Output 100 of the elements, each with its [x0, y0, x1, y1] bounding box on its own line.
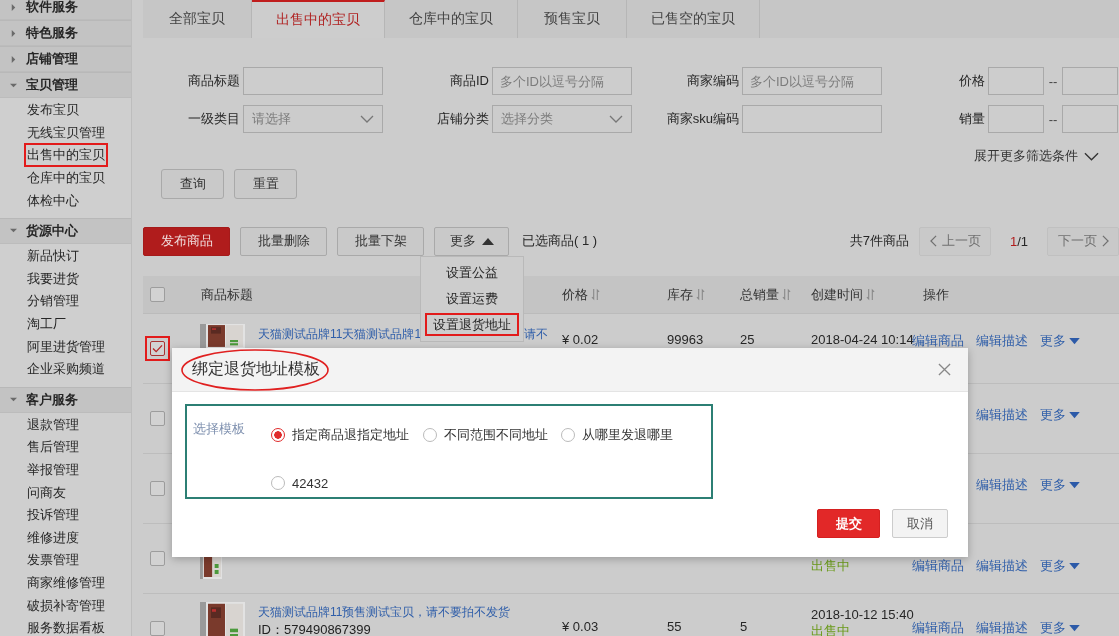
- sidebar-item[interactable]: 破损补寄管理: [24, 593, 108, 618]
- more-actions-link[interactable]: 更多: [1040, 476, 1080, 494]
- range-max-field[interactable]: [1062, 67, 1118, 95]
- sidebar-item[interactable]: 出售中的宝贝: [24, 143, 108, 168]
- sort-icon[interactable]: [696, 288, 705, 301]
- action-link[interactable]: 编辑描述: [976, 406, 1028, 424]
- filter-label: 商品标题: [188, 72, 240, 90]
- sort-icon[interactable]: [866, 288, 875, 301]
- chevron-left-icon: [929, 235, 937, 247]
- caret-icon: [10, 55, 17, 63]
- sidebar-group-header[interactable]: 软件服务: [0, 0, 131, 20]
- radio-option[interactable]: 指定商品退指定地址: [271, 420, 423, 451]
- created-time: 2018-10-12 15:40: [811, 607, 914, 622]
- sidebar-item[interactable]: 发布宝贝: [24, 98, 82, 123]
- filter-button[interactable]: 重置: [234, 169, 297, 199]
- sidebar-item[interactable]: 问商友: [24, 480, 69, 505]
- filter-label: 商品ID: [450, 72, 489, 90]
- chevron-down-icon: [360, 115, 374, 123]
- action-link[interactable]: 编辑商品: [912, 557, 964, 575]
- action-link[interactable]: 编辑商品: [912, 619, 964, 636]
- sidebar-item[interactable]: 分销管理: [24, 289, 82, 314]
- caret-icon: [10, 396, 17, 404]
- sidebar-item[interactable]: 我要进货: [24, 266, 82, 291]
- sidebar-group-header[interactable]: 特色服务: [0, 20, 131, 46]
- dialog-button[interactable]: 提交: [817, 509, 880, 538]
- publish-button[interactable]: 发布商品: [143, 226, 230, 256]
- tab[interactable]: 预售宝贝: [518, 0, 627, 38]
- sidebar-item[interactable]: 发票管理: [24, 548, 82, 573]
- more-actions-link[interactable]: 更多: [1040, 406, 1080, 424]
- tab[interactable]: 已售空的宝贝: [627, 0, 760, 38]
- text-field[interactable]: 多个ID以逗号分隔: [742, 67, 882, 95]
- action-link[interactable]: 编辑描述: [976, 557, 1028, 575]
- chevron-right-icon: [1101, 235, 1109, 247]
- select-all-checkbox[interactable]: [150, 287, 165, 302]
- sidebar-item[interactable]: 维修进度: [24, 525, 82, 550]
- sidebar-item[interactable]: 服务数据看板: [24, 616, 108, 636]
- toolbar-button[interactable]: 批量删除: [240, 226, 327, 256]
- tab[interactable]: 仓库中的宝贝: [385, 0, 518, 38]
- field-label: 选择模板: [193, 420, 246, 438]
- sidebar-item[interactable]: 售后管理: [24, 435, 82, 460]
- text-field[interactable]: 多个ID以逗号分隔: [492, 67, 632, 95]
- column-header: 价格: [562, 285, 588, 304]
- sidebar-item[interactable]: 无线宝贝管理: [24, 120, 108, 145]
- sidebar-item[interactable]: 仓库中的宝贝: [24, 166, 108, 191]
- more-dropdown-button[interactable]: 更多: [434, 226, 509, 256]
- expand-filters-link[interactable]: 展开更多筛选条件: [974, 147, 1078, 165]
- range-separator: --: [1047, 111, 1059, 127]
- sort-icon[interactable]: [591, 288, 600, 301]
- sidebar-item[interactable]: 淘工厂: [24, 312, 69, 337]
- sidebar-item[interactable]: 投诉管理: [24, 503, 82, 528]
- text-field[interactable]: [742, 105, 882, 133]
- filter-button[interactable]: 查询: [161, 169, 224, 199]
- more-actions-link[interactable]: 更多: [1040, 619, 1080, 636]
- triangle-down-icon: [1069, 337, 1080, 345]
- dialog-title: 绑定退货地址模板: [192, 359, 320, 379]
- range-min-field[interactable]: [988, 105, 1044, 133]
- text-field[interactable]: [243, 67, 383, 95]
- radio-option[interactable]: 从哪里发退哪里: [561, 420, 711, 451]
- triangle-down-icon: [1069, 411, 1080, 419]
- sidebar-item[interactable]: 企业采购频道: [24, 357, 108, 382]
- range-max-field[interactable]: [1062, 105, 1118, 133]
- action-link[interactable]: 编辑描述: [976, 476, 1028, 494]
- filter-label: 店铺分类: [437, 110, 489, 128]
- product-title-link[interactable]: 请不: [524, 326, 548, 343]
- chevron-down-icon: [1084, 151, 1099, 161]
- sidebar-item[interactable]: 体检中心: [24, 188, 82, 213]
- row-checkbox[interactable]: [145, 336, 170, 361]
- status-label: 出售中: [811, 622, 850, 636]
- caret-icon: [10, 3, 17, 11]
- sidebar-group-header[interactable]: 客户服务: [0, 386, 131, 413]
- action-link[interactable]: 编辑描述: [976, 619, 1028, 636]
- close-icon[interactable]: [938, 363, 951, 376]
- action-link[interactable]: 编辑描述: [976, 332, 1028, 350]
- chevron-down-icon: [609, 115, 623, 123]
- sidebar-group-header[interactable]: 店铺管理: [0, 46, 131, 72]
- triangle-down-icon: [1069, 481, 1080, 489]
- menu-item[interactable]: 设置运费: [438, 287, 506, 310]
- radio-option[interactable]: 不同范围不同地址: [423, 420, 561, 451]
- product-id: ID：579490867399: [258, 621, 372, 636]
- sidebar-group-header[interactable]: 货源中心: [0, 217, 131, 244]
- action-link[interactable]: 编辑商品: [912, 332, 964, 350]
- menu-item[interactable]: 设置公益: [438, 261, 506, 284]
- more-actions-link[interactable]: 更多: [1040, 332, 1080, 350]
- more-actions-link[interactable]: 更多: [1040, 557, 1080, 575]
- menu-item[interactable]: 设置退货地址: [425, 313, 519, 336]
- sidebar-item[interactable]: 商家维修管理: [24, 571, 108, 595]
- sidebar-item[interactable]: 阿里进货管理: [24, 334, 108, 359]
- sidebar-item[interactable]: 退款管理: [24, 412, 82, 437]
- tab[interactable]: 出售中的宝贝: [252, 0, 385, 38]
- sidebar-group-header[interactable]: 宝贝管理: [0, 72, 131, 98]
- radio-button[interactable]: [271, 428, 285, 443]
- sort-icon[interactable]: [782, 288, 791, 301]
- toolbar-button[interactable]: 批量下架: [337, 226, 424, 256]
- caret-icon: [10, 29, 17, 37]
- sidebar-item[interactable]: 举报管理: [24, 458, 82, 482]
- radio-option[interactable]: 42432: [271, 469, 423, 497]
- sidebar-item[interactable]: 新品快订: [24, 244, 82, 269]
- dialog-button[interactable]: 取消: [892, 509, 948, 538]
- range-min-field[interactable]: [988, 67, 1044, 95]
- product-title-link[interactable]: 天猫测试品牌11预售测试宝贝，请不要拍不发货: [258, 604, 511, 621]
